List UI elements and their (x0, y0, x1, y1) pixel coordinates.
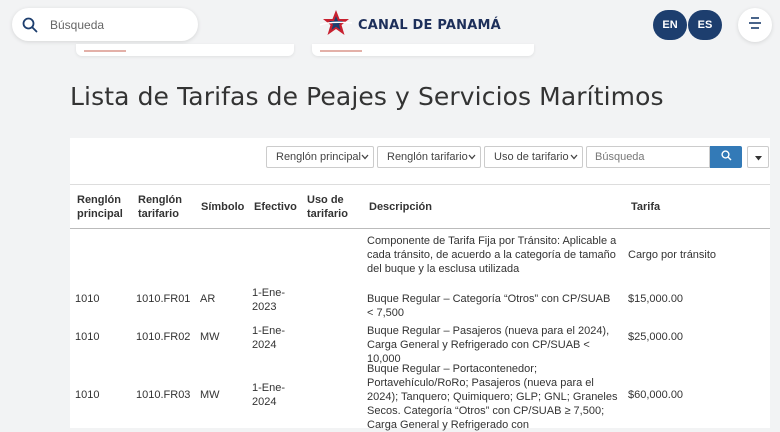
cell-descripcion: Buque Regular – Portacontenedor; Portave… (367, 363, 618, 431)
header-tarifa[interactable]: Tarifa (631, 200, 660, 214)
table-search-button[interactable] (710, 146, 742, 168)
cell-renglon-tarifario: 1010.FR03 (136, 389, 191, 401)
header-search-box[interactable] (12, 8, 198, 41)
cell-descripcion: Buque Regular – Categoría “Otros” con CP… (367, 293, 611, 319)
uso-de-tarifario-label: Uso de tarifario (494, 151, 569, 163)
menu-button[interactable] (738, 8, 772, 42)
renglon-principal-label: Renglón principal (276, 151, 361, 163)
cell-tarifa: $60,000.00 (628, 389, 684, 401)
cell-efectivo: 1-Ene-2024 (252, 325, 286, 351)
header-uso-de-tarifario[interactable]: Uso de tarifario (307, 193, 357, 221)
card-stub-left (76, 44, 294, 56)
cell-renglon-principal: 1010 (75, 331, 100, 343)
header-renglon-principal[interactable]: Renglón principal (77, 193, 129, 221)
chevron-down-icon (468, 151, 476, 163)
chevron-down-icon (570, 151, 578, 163)
cell-simbolo: MW (200, 331, 220, 343)
table-options-dropdown[interactable] (747, 146, 769, 168)
cell-renglon-tarifario: 1010.FR02 (136, 331, 191, 343)
lang-en-button[interactable]: EN (653, 10, 687, 40)
cell-descripcion: Componente de Tarifa Fija por Tránsito: … (367, 235, 617, 275)
cell-simbolo: AR (200, 293, 216, 305)
search-icon (12, 17, 48, 33)
header-renglon-tarifario[interactable]: Renglón tarifario (138, 193, 190, 221)
card-stub-right (312, 44, 534, 56)
lang-es-button[interactable]: ES (688, 10, 722, 40)
chevron-down-icon (361, 151, 369, 163)
renglon-principal-select[interactable]: Renglón principal (266, 146, 374, 168)
cell-renglon-tarifario: 1010.FR01 (136, 293, 191, 305)
header-divider (70, 228, 770, 229)
cell-tarifa: $15,000.00 (628, 293, 684, 305)
page-title: Lista de Tarifas de Peajes y Servicios M… (70, 82, 664, 111)
search-icon (720, 148, 732, 166)
cell-efectivo: 1-Ene-2024 (252, 382, 286, 408)
table-top-divider (70, 184, 770, 185)
table-search-input[interactable] (586, 146, 710, 168)
header-efectivo[interactable]: Efectivo (254, 200, 297, 214)
cell-tarifa: Cargo por tránsito (628, 249, 717, 261)
renglon-tarifario-label: Renglón tarifario (387, 151, 468, 163)
canal-logo[interactable]: CANAL DE PANAMÁ (319, 9, 501, 42)
logo-text: CANAL DE PANAMÁ (358, 17, 501, 33)
tariff-table-panel: Renglón principal Renglón tarifario Uso … (70, 138, 770, 431)
caret-down-icon (754, 148, 762, 166)
header-descripcion[interactable]: Descripción (369, 200, 432, 214)
cell-renglon-principal: 1010 (75, 389, 100, 401)
header-simbolo[interactable]: Símbolo (201, 200, 244, 214)
cell-renglon-principal: 1010 (75, 293, 100, 305)
filter-bar: Renglón principal Renglón tarifario Uso … (266, 146, 769, 168)
cell-descripcion: Buque Regular – Pasajeros (nueva para el… (367, 325, 610, 365)
hamburger-icon (748, 16, 762, 34)
cell-tarifa: $25,000.00 (628, 331, 684, 343)
cell-efectivo: 1-Ene-2023 (252, 287, 286, 313)
uso-de-tarifario-select[interactable]: Uso de tarifario (484, 146, 583, 168)
header-search-input[interactable] (48, 16, 182, 33)
renglon-tarifario-select[interactable]: Renglón tarifario (377, 146, 481, 168)
cell-simbolo: MW (200, 389, 220, 401)
star-logo-icon (319, 9, 353, 42)
